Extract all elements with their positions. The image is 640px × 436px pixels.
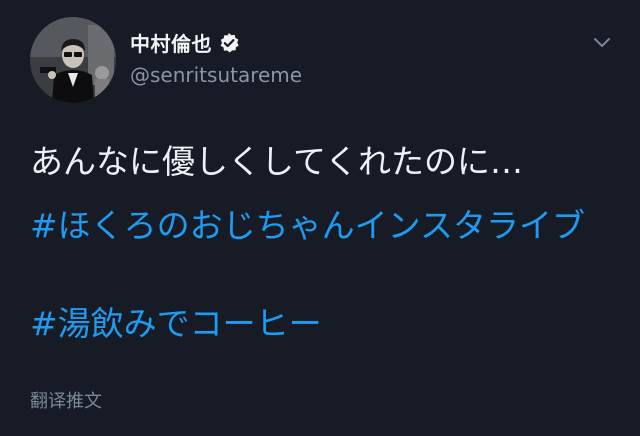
avatar-photo — [30, 17, 116, 103]
chevron-down-icon[interactable] — [590, 30, 614, 54]
avatar[interactable] — [30, 17, 116, 103]
tweet-text: あんなに優しくしてくれたのに… — [30, 142, 524, 181]
verified-badge-icon — [218, 32, 240, 54]
tweet-card: 中村倫也 @senritsutareme あんなに優しくしてくれたのに… #ほく… — [0, 0, 640, 436]
user-handle[interactable]: @senritsutareme — [130, 63, 302, 87]
display-name-row[interactable]: 中村倫也 — [130, 28, 240, 57]
display-name[interactable]: 中村倫也 — [130, 28, 212, 57]
translate-tweet-link[interactable]: 翻译推文 — [30, 387, 102, 413]
hashtag-link[interactable]: #湯飲みでコーヒー — [30, 300, 630, 348]
hashtag-link[interactable]: #ほくろのおじちゃんインスタライブ — [30, 202, 630, 250]
